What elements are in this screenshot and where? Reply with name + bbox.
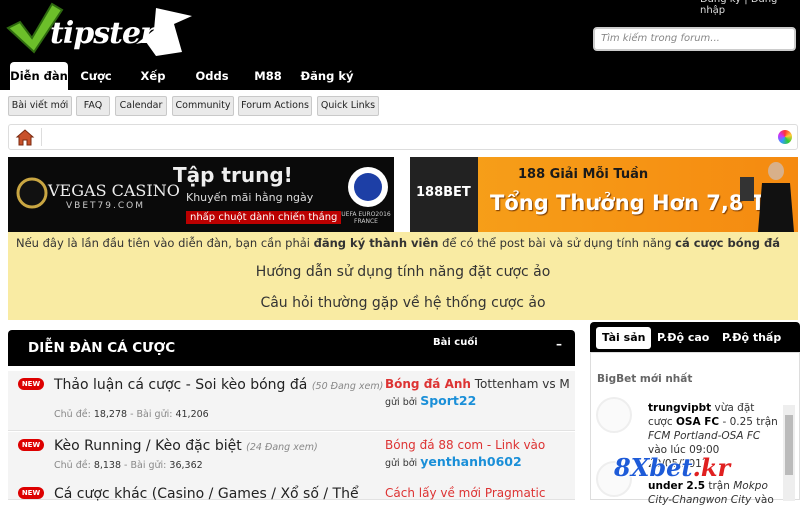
home-icon[interactable]: [14, 128, 42, 146]
vegas-casino-banner[interactable]: VEGAS CASINO VBET79.COM Tập trung! Khuyế…: [8, 157, 394, 232]
last-post-title[interactable]: Bóng đá Anh: [385, 377, 471, 391]
threads-count: 8,138: [93, 460, 122, 471]
tab-assets[interactable]: Tài sản: [596, 327, 652, 349]
tab-low-accuracy[interactable]: P.Độ thấp: [716, 327, 787, 349]
new-badge-icon: NEW: [18, 439, 44, 451]
last-post-title[interactable]: Bóng đá 88 com - Link vào: [385, 438, 545, 452]
bigbet-title: BigBet mới nhất: [597, 373, 693, 385]
forum-stats: Chủ đề: 18,278 - Bài gửi: 41,206: [54, 409, 209, 420]
188bet-brand: 188BET: [416, 185, 471, 200]
welcome-notice: Nếu đây là lần đầu tiên vào diễn đàn, bạ…: [8, 232, 798, 320]
site-logo[interactable]: tipster: [6, 2, 196, 58]
breadcrumb: [8, 124, 798, 150]
new-badge-icon: NEW: [18, 487, 44, 499]
color-wheel-icon[interactable]: [778, 130, 792, 144]
bet-text: - 0.25 trận: [719, 416, 778, 428]
bet-time: vào: [751, 494, 774, 506]
watermark-main: 8Xbet: [614, 453, 693, 482]
last-post-author: gửi bởi yenthanh0602: [385, 454, 522, 469]
by-label: gửi bởi: [385, 458, 418, 469]
tab-ranking[interactable]: Xếp hạng: [126, 62, 180, 111]
posts-count: 41,206: [175, 409, 209, 420]
posts-count: 36,362: [169, 460, 203, 471]
casino-brand: VEGAS CASINO: [48, 181, 180, 200]
bet-match[interactable]: FCM Portland-OSA FC: [648, 430, 760, 442]
last-post-author: gửi bởi Sport22: [385, 393, 476, 408]
euro-badge: UEFA EURO2016 FRANCE: [341, 211, 391, 225]
quick-links-button[interactable]: Quick Links: [317, 96, 379, 116]
bet-user[interactable]: trungvipbt: [648, 402, 711, 414]
minimize-button[interactable]: –: [556, 337, 562, 351]
tab-high-accuracy[interactable]: P.Độ cao: [651, 327, 715, 349]
forum-row-title[interactable]: Thảo luận cá cược - Soi kèo bóng đá (50 …: [54, 377, 383, 393]
banner2-line1: 188 Giải Mỗi Tuần: [518, 167, 649, 182]
sidebar-tabs: Tài sản P.Độ cao P.Độ thấp: [590, 322, 800, 352]
forum-actions-button[interactable]: Forum Actions: [238, 96, 312, 116]
header-bar: tipster Đăng ký | Đăng nhập Tìm kiếm tro…: [0, 0, 800, 111]
logo-wordmark: tipster: [50, 16, 156, 51]
scroll-thumb[interactable]: [785, 415, 793, 475]
author-link[interactable]: yenthanh0602: [420, 454, 521, 469]
casino-url: VBET79.COM: [66, 201, 145, 211]
watermark-suffix: .kr: [692, 453, 731, 482]
forum-stats: Chủ đề: 8,138 - Bài gửi: 36,362: [54, 460, 203, 471]
threads-count: 18,278: [93, 409, 128, 420]
author-link[interactable]: Sport22: [420, 393, 476, 408]
last-post-link[interactable]: Bóng đá 88 com - Link vào: [385, 438, 570, 452]
posts-label: - Bài gửi:: [124, 460, 167, 471]
trophy-person-icon: [740, 162, 794, 232]
guide-link[interactable]: Hướng dẫn sử dụng tính năng đặt cược ảo: [8, 264, 798, 280]
banner-cta: nhấp chuột dành chiến thắng: [186, 211, 342, 224]
tab-odds[interactable]: Odds: [192, 62, 232, 90]
forum-row-title[interactable]: Kèo Running / Kèo đặc biệt (24 Đang xem): [54, 438, 318, 454]
forum-row[interactable]: NEW Cá cược khác (Casino / Games / Xổ số…: [8, 480, 575, 502]
tab-forum[interactable]: Diễn đàn: [10, 62, 68, 90]
forum-row[interactable]: NEW Thảo luận cá cược - Soi kèo bóng đá …: [8, 371, 575, 431]
banner-sub: Khuyến mãi hằng ngày: [186, 191, 314, 204]
betting-link[interactable]: cá cược bóng đá: [675, 236, 780, 250]
viewing-count: (24 Đang xem): [246, 442, 318, 453]
faq-link[interactable]: Câu hỏi thường gặp về hệ thống cược ảo: [8, 295, 798, 311]
tab-virtual-bet[interactable]: Cược ảo: [72, 62, 120, 111]
community-button[interactable]: Community: [172, 96, 234, 116]
register-link[interactable]: đăng ký thành viên: [314, 236, 439, 250]
forum-header: DIỄN ĐÀN CÁ CƯỢC Bài cuối –: [8, 330, 575, 366]
last-post-rest[interactable]: Tottenham vs Man U: [471, 377, 570, 391]
last-post-link[interactable]: Cách lấy về mới Pragmatic: [385, 486, 570, 500]
by-label: gửi bởi: [385, 397, 418, 408]
posts-label: - Bài gửi:: [130, 409, 173, 420]
notice-middle: để có thể post bài và sử dụng tính năng: [438, 236, 676, 250]
forum-title: DIỄN ĐÀN CÁ CƯỢC: [28, 340, 176, 356]
account-links[interactable]: Đăng ký | Đăng nhập: [700, 0, 800, 16]
new-posts-button[interactable]: Bài viết mới: [8, 96, 72, 116]
new-badge-icon: NEW: [18, 378, 44, 390]
watermark-logo: 8Xbet.kr: [614, 453, 730, 482]
banner-headline: Tập trung!: [173, 163, 293, 187]
sidebar-scrollbar[interactable]: [783, 405, 795, 501]
188bet-banner[interactable]: 188BET 188 Giải Mỗi Tuần Tổng Thưởng Hơn…: [410, 157, 798, 232]
tab-m88[interactable]: M88: [248, 62, 288, 90]
notice-text: Nếu đây là lần đầu tiên vào diễn đàn, bạ…: [16, 236, 780, 250]
last-post-column: Bài cuối: [433, 337, 478, 348]
viewing-count: (50 Đang xem): [311, 381, 384, 392]
last-post-link[interactable]: Bóng đá Anh Tottenham vs Man U: [385, 377, 570, 391]
faq-button[interactable]: FAQ: [76, 96, 110, 116]
notice-prefix: Nếu đây là lần đầu tiên vào diễn đàn, bạ…: [16, 236, 314, 250]
search-input[interactable]: Tìm kiếm trong forum...: [593, 27, 796, 51]
bigbet-entry: under 2.5 trận Mokpo City-Changwon City …: [648, 479, 778, 507]
threads-label: Chủ đề:: [54, 409, 91, 420]
bet-team: OSA FC: [675, 416, 720, 428]
threads-label: Chủ đề:: [54, 460, 91, 471]
tab-register[interactable]: Đăng ký: [300, 62, 354, 90]
calendar-button[interactable]: Calendar: [115, 96, 167, 116]
forum-title-text[interactable]: Kèo Running / Kèo đặc biệt: [54, 438, 242, 454]
forum-title-text[interactable]: Thảo luận cá cược - Soi kèo bóng đá: [54, 377, 307, 393]
avatar[interactable]: [596, 397, 632, 433]
